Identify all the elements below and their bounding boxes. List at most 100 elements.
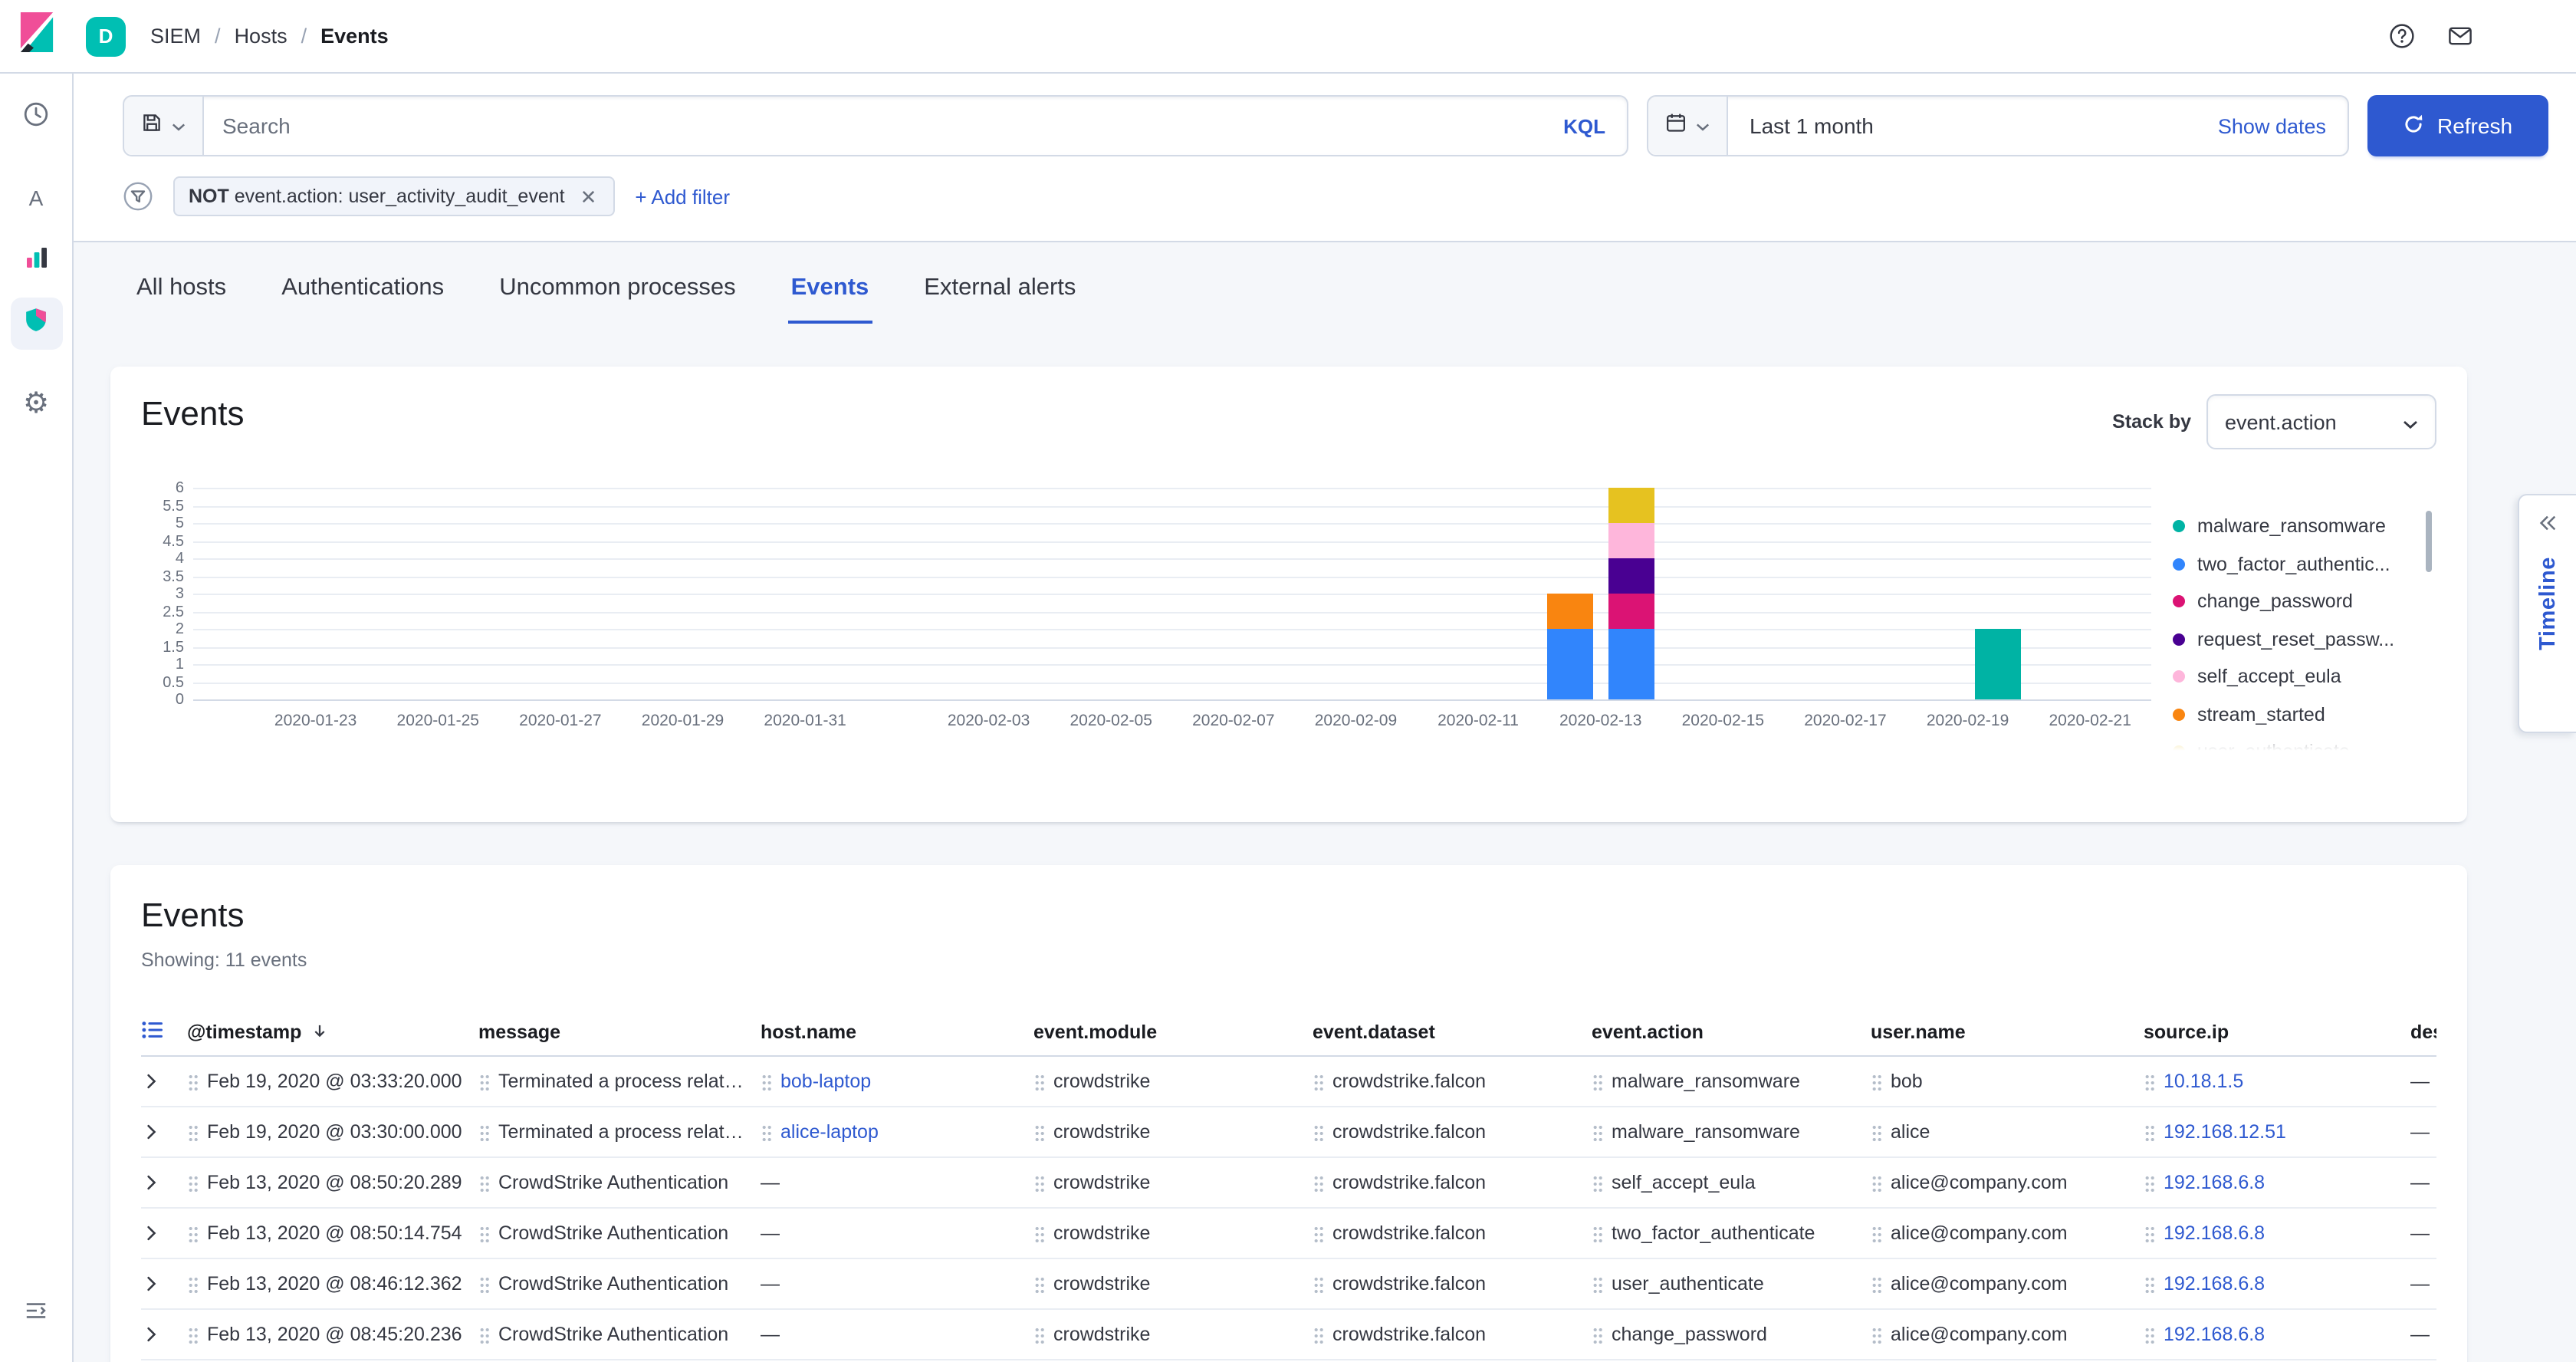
expand-row-button[interactable] — [141, 1172, 187, 1193]
bar-segment-two_factor_authenticate[interactable] — [1547, 629, 1593, 699]
bar-segment-malware_ransomware[interactable] — [1975, 629, 2021, 699]
cell-action[interactable]: malware_ransomware — [1592, 1071, 1871, 1092]
collapse-nav-button[interactable] — [10, 1288, 62, 1341]
nav-management-button[interactable]: ⚙ — [10, 377, 62, 429]
column-header-eventaction[interactable]: event.action — [1592, 1021, 1871, 1042]
legend-item-user_authenticate[interactable]: user_authenticate — [2173, 733, 2436, 756]
cell-source_ip[interactable]: 192.168.6.8 — [2144, 1273, 2410, 1295]
cell-user[interactable]: alice@company.com — [1871, 1172, 2144, 1193]
cell-host[interactable]: alice-laptop — [761, 1121, 1033, 1143]
expand-row-button[interactable] — [141, 1222, 187, 1244]
cell-source_ip[interactable]: 192.168.6.8 — [2144, 1172, 2410, 1193]
cell-message[interactable]: Terminated a process relate... — [478, 1121, 761, 1143]
nav-siem-button[interactable] — [10, 298, 62, 350]
cell-message[interactable]: Terminated a process relate... — [478, 1071, 761, 1092]
cell-action[interactable]: change_password — [1592, 1324, 1871, 1345]
cell-source_ip[interactable]: 10.18.1.5 — [2144, 1071, 2410, 1092]
cell-source_ip[interactable]: 192.168.12.51 — [2144, 1121, 2410, 1143]
expand-row-button[interactable] — [141, 1273, 187, 1295]
filter-pill[interactable]: NOT event.action: user_activity_audit_ev… — [173, 176, 615, 216]
bar-segment-user_authenticate[interactable] — [1608, 488, 1654, 523]
column-header-destinationip[interactable]: destination.ip — [2410, 1021, 2436, 1042]
show-dates-button[interactable]: Show dates — [2196, 114, 2348, 137]
tab-external-alerts[interactable]: External alerts — [921, 261, 1079, 324]
cell-module[interactable]: crowdstrike — [1033, 1273, 1313, 1295]
cell-user[interactable]: alice@company.com — [1871, 1222, 2144, 1244]
cell-action[interactable]: self_accept_eula — [1592, 1172, 1871, 1193]
cell-user[interactable]: bob — [1871, 1071, 2144, 1092]
breadcrumb-siem[interactable]: SIEM — [150, 25, 201, 48]
cell-action[interactable]: malware_ransomware — [1592, 1121, 1871, 1143]
cell-dataset[interactable]: crowdstrike.falcon — [1313, 1172, 1592, 1193]
tab-uncommon-processes[interactable]: Uncommon processes — [496, 261, 738, 324]
field-browser-button[interactable] — [141, 1019, 187, 1044]
legend-item-request_reset_password[interactable]: request_reset_passw... — [2173, 620, 2436, 658]
help-button[interactable] — [2389, 23, 2415, 49]
cell-user[interactable]: alice@company.com — [1871, 1324, 2144, 1345]
column-header-sourceip[interactable]: source.ip — [2144, 1021, 2410, 1042]
chart-bar-2020-02-12[interactable] — [1547, 594, 1593, 699]
user-avatar[interactable]: e — [2505, 15, 2548, 58]
filter-menu-button[interactable] — [123, 181, 153, 212]
saved-query-menu-button[interactable] — [124, 97, 204, 155]
cell-user[interactable]: alice — [1871, 1121, 2144, 1143]
cell-source_ip[interactable]: 192.168.6.8 — [2144, 1324, 2410, 1345]
refresh-button[interactable]: Refresh — [2367, 95, 2548, 156]
legend-scrollbar[interactable] — [2426, 511, 2432, 572]
date-quick-menu-button[interactable] — [1648, 97, 1728, 155]
space-avatar[interactable]: D — [86, 16, 126, 56]
column-header-username[interactable]: user.name — [1871, 1021, 2144, 1042]
tab-events[interactable]: Events — [788, 261, 872, 324]
cell-module[interactable]: crowdstrike — [1033, 1172, 1313, 1193]
stack-by-select[interactable]: event.action — [2206, 394, 2436, 449]
cell-host[interactable]: bob-laptop — [761, 1071, 1033, 1092]
chart-bar-2020-02-19[interactable] — [1975, 629, 2021, 699]
cell-timestamp[interactable]: Feb 13, 2020 @ 08:50:14.754 — [187, 1222, 478, 1244]
cell-dataset[interactable]: crowdstrike.falcon — [1313, 1222, 1592, 1244]
cell-message[interactable]: CrowdStrike Authentication — [478, 1324, 761, 1345]
cell-action[interactable]: two_factor_authenticate — [1592, 1222, 1871, 1244]
cell-timestamp[interactable]: Feb 13, 2020 @ 08:45:20.236 — [187, 1324, 478, 1345]
bar-segment-two_factor_authenticate[interactable] — [1608, 629, 1654, 699]
time-range-value[interactable]: Last 1 month — [1728, 114, 2196, 138]
bar-segment-request_reset_password[interactable] — [1608, 558, 1654, 594]
nav-app-a-button[interactable]: A — [10, 172, 62, 224]
cell-dataset[interactable]: crowdstrike.falcon — [1313, 1121, 1592, 1143]
cell-module[interactable]: crowdstrike — [1033, 1121, 1313, 1143]
cell-dataset[interactable]: crowdstrike.falcon — [1313, 1071, 1592, 1092]
cell-dataset[interactable]: crowdstrike.falcon — [1313, 1273, 1592, 1295]
cell-module[interactable]: crowdstrike — [1033, 1324, 1313, 1345]
column-header-eventmodule[interactable]: event.module — [1033, 1021, 1313, 1042]
cell-user[interactable]: alice@company.com — [1871, 1273, 2144, 1295]
remove-filter-icon[interactable]: ✕ — [577, 183, 600, 209]
column-header-timestamp[interactable]: @timestamp — [187, 1021, 478, 1042]
tab-all-hosts[interactable]: All hosts — [133, 261, 229, 324]
legend-item-stream_started[interactable]: stream_started — [2173, 696, 2436, 733]
nav-visualize-button[interactable] — [10, 235, 62, 287]
legend-item-two_factor_authenticate[interactable]: two_factor_authentic... — [2173, 545, 2436, 583]
legend-item-change_password[interactable]: change_password — [2173, 583, 2436, 620]
expand-row-button[interactable] — [141, 1324, 187, 1345]
cell-message[interactable]: CrowdStrike Authentication — [478, 1222, 761, 1244]
expand-row-button[interactable] — [141, 1121, 187, 1143]
cell-source_ip[interactable]: 192.168.6.8 — [2144, 1222, 2410, 1244]
newsfeed-button[interactable] — [2447, 23, 2473, 49]
cell-module[interactable]: crowdstrike — [1033, 1071, 1313, 1092]
cell-module[interactable]: crowdstrike — [1033, 1222, 1313, 1244]
column-header-hostname[interactable]: host.name — [761, 1021, 1033, 1042]
timeline-toggle-button[interactable]: Timeline — [2518, 494, 2576, 733]
cell-message[interactable]: CrowdStrike Authentication — [478, 1172, 761, 1193]
kql-syntax-button[interactable]: KQL — [1542, 114, 1627, 137]
recently-viewed-button[interactable] — [10, 92, 62, 144]
tab-authentications[interactable]: Authentications — [278, 261, 447, 324]
kibana-logo[interactable] — [0, 0, 74, 73]
bar-segment-stream_started[interactable] — [1547, 594, 1593, 629]
cell-message[interactable]: CrowdStrike Authentication — [478, 1273, 761, 1295]
add-filter-button[interactable]: + Add filter — [635, 185, 730, 208]
cell-dataset[interactable]: crowdstrike.falcon — [1313, 1324, 1592, 1345]
expand-row-button[interactable] — [141, 1071, 187, 1092]
bar-segment-self_accept_eula[interactable] — [1608, 523, 1654, 558]
column-header-message[interactable]: message — [478, 1021, 761, 1042]
cell-timestamp[interactable]: Feb 13, 2020 @ 08:50:20.289 — [187, 1172, 478, 1193]
chart-bar-2020-02-13[interactable] — [1608, 488, 1654, 699]
